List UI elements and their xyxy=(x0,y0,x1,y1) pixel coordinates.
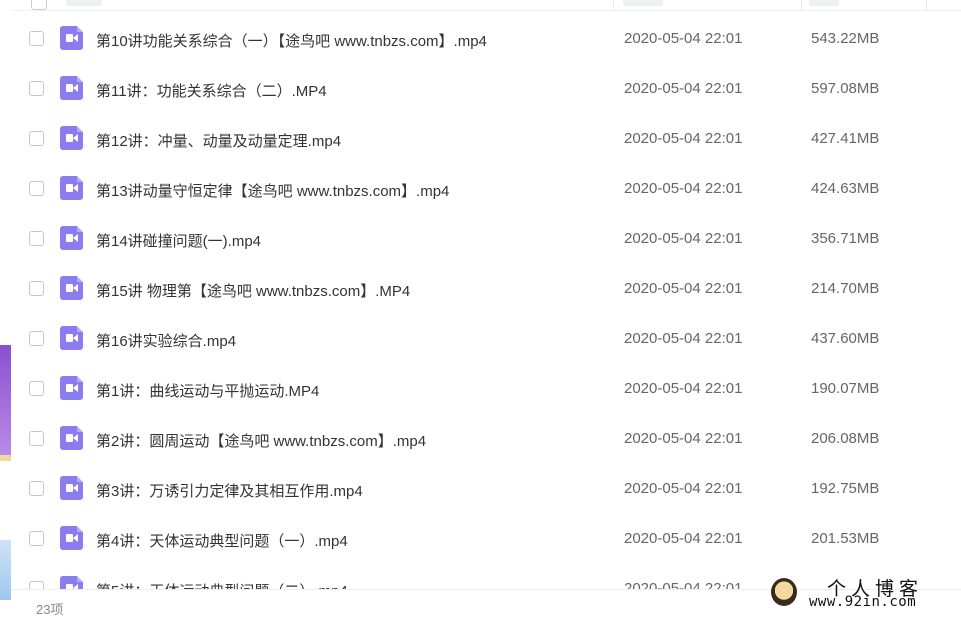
blog-watermark: 个人博客 www.92in.com xyxy=(765,572,961,614)
file-size: 190.07MB xyxy=(811,380,880,397)
file-size: 543.22MB xyxy=(811,30,880,47)
file-name[interactable]: 第3讲：万诱引力定律及其相互作用.mp4 xyxy=(96,480,363,501)
file-row[interactable]: 第12讲：冲量、动量及动量定理.mp4 2020-05-04 22:01 427.4… xyxy=(11,114,961,164)
file-modified-time: 2020-05-04 22:01 xyxy=(624,380,743,397)
file-modified-time: 2020-05-04 22:01 xyxy=(624,330,743,347)
file-row[interactable]: 第1讲：曲线运动与平抛运动.MP4 2020-05-04 22:01 190.07M… xyxy=(11,364,961,414)
file-modified-time: 2020-05-04 22:01 xyxy=(624,130,743,147)
file-modified-time: 2020-05-04 22:01 xyxy=(624,30,743,47)
file-checkbox[interactable] xyxy=(29,281,44,296)
video-file-icon xyxy=(60,426,83,450)
video-file-icon xyxy=(60,526,83,550)
file-row[interactable]: 第14讲碰撞问题(一).mp4 2020-05-04 22:01 356.71MB xyxy=(11,214,961,264)
video-file-icon xyxy=(60,326,83,350)
file-checkbox[interactable] xyxy=(29,381,44,396)
avatar-icon xyxy=(771,578,797,606)
file-name[interactable]: 第15讲 物理第【途鸟吧 www.tnbzs.com】.MP4 xyxy=(96,280,410,301)
file-checkbox[interactable] xyxy=(29,31,44,46)
video-file-icon xyxy=(60,376,83,400)
file-row[interactable]: 第13讲动量守恒定律【途鸟吧 www.tnbzs.com】.mp4 2020-05… xyxy=(11,164,961,214)
file-row[interactable]: 第2讲：圆周运动【途鸟吧 www.tnbzs.com】.mp4 2020-05-0… xyxy=(11,414,961,464)
video-file-icon xyxy=(60,176,83,200)
file-row[interactable]: 第15讲 物理第【途鸟吧 www.tnbzs.com】.MP4 2020-05-0… xyxy=(11,264,961,314)
file-checkbox[interactable] xyxy=(29,231,44,246)
file-size: 214.70MB xyxy=(811,280,880,297)
file-size: 437.60MB xyxy=(811,330,880,347)
column-divider[interactable] xyxy=(613,0,614,10)
file-checkbox[interactable] xyxy=(29,81,44,96)
file-modified-time: 2020-05-04 22:01 xyxy=(624,280,743,297)
column-header-name[interactable] xyxy=(66,0,102,6)
file-list-panel: 第10讲功能关系综合（一）【途鸟吧 www.tnbzs.com】.mp4 2020… xyxy=(11,0,961,617)
column-divider[interactable] xyxy=(926,0,927,10)
file-name[interactable]: 第11讲：功能关系综合（二）.MP4 xyxy=(96,80,327,101)
file-size: 192.75MB xyxy=(811,480,880,497)
column-divider[interactable] xyxy=(801,0,802,10)
file-checkbox[interactable] xyxy=(29,531,44,546)
file-name[interactable]: 第2讲：圆周运动【途鸟吧 www.tnbzs.com】.mp4 xyxy=(96,430,426,451)
file-checkbox[interactable] xyxy=(29,481,44,496)
video-file-icon xyxy=(60,476,83,500)
file-name[interactable]: 第12讲：冲量、动量及动量定理.mp4 xyxy=(96,130,341,151)
file-row[interactable]: 第16讲实验综合.mp4 2020-05-04 22:01 437.60MB xyxy=(11,314,961,364)
file-name[interactable]: 第14讲碰撞问题(一).mp4 xyxy=(96,230,261,251)
file-size: 597.08MB xyxy=(811,80,880,97)
file-size: 206.08MB xyxy=(811,430,880,447)
file-name[interactable]: 第16讲实验综合.mp4 xyxy=(96,330,236,351)
video-file-icon xyxy=(60,276,83,300)
file-modified-time: 2020-05-04 22:01 xyxy=(624,480,743,497)
file-size: 201.53MB xyxy=(811,530,880,547)
file-modified-time: 2020-05-04 22:01 xyxy=(624,80,743,97)
file-row[interactable]: 第3讲：万诱引力定律及其相互作用.mp4 2020-05-04 22:01 192.… xyxy=(11,464,961,514)
file-checkbox[interactable] xyxy=(29,181,44,196)
file-name[interactable]: 第10讲功能关系综合（一）【途鸟吧 www.tnbzs.com】.mp4 xyxy=(96,30,487,51)
column-header-size[interactable] xyxy=(809,0,839,6)
file-modified-time: 2020-05-04 22:01 xyxy=(624,230,743,247)
file-modified-time: 2020-05-04 22:01 xyxy=(624,530,743,547)
item-count: 23项 xyxy=(36,602,64,617)
video-file-icon xyxy=(60,26,83,50)
file-row[interactable]: 第10讲功能关系综合（一）【途鸟吧 www.tnbzs.com】.mp4 2020… xyxy=(11,14,961,64)
video-file-icon xyxy=(60,126,83,150)
file-modified-time: 2020-05-04 22:01 xyxy=(624,430,743,447)
file-row[interactable]: 第11讲：功能关系综合（二）.MP4 2020-05-04 22:01 597.08… xyxy=(11,64,961,114)
video-file-icon xyxy=(60,576,83,590)
left-window-edge xyxy=(0,0,11,614)
file-name[interactable]: 第1讲：曲线运动与平抛运动.MP4 xyxy=(96,380,319,401)
file-name[interactable]: 第4讲：天体运动典型问题（一）.mp4 xyxy=(96,530,348,551)
file-size: 356.71MB xyxy=(811,230,880,247)
file-modified-time: 2020-05-04 22:01 xyxy=(624,180,743,197)
column-header-modified[interactable] xyxy=(623,0,663,6)
watermark-url: www.92in.com xyxy=(809,594,917,610)
video-file-icon xyxy=(60,76,83,100)
video-file-icon xyxy=(60,226,83,250)
file-checkbox[interactable] xyxy=(29,131,44,146)
file-checkbox[interactable] xyxy=(29,331,44,346)
select-all-checkbox[interactable] xyxy=(31,0,47,10)
file-name[interactable]: 第13讲动量守恒定律【途鸟吧 www.tnbzs.com】.mp4 xyxy=(96,180,449,201)
file-checkbox[interactable] xyxy=(29,431,44,446)
file-rows: 第10讲功能关系综合（一）【途鸟吧 www.tnbzs.com】.mp4 2020… xyxy=(11,14,961,590)
list-header xyxy=(11,0,961,11)
file-size: 424.63MB xyxy=(811,180,880,197)
file-row[interactable]: 第4讲：天体运动典型问题（一）.mp4 2020-05-04 22:01 201.5… xyxy=(11,514,961,564)
file-size: 427.41MB xyxy=(811,130,880,147)
